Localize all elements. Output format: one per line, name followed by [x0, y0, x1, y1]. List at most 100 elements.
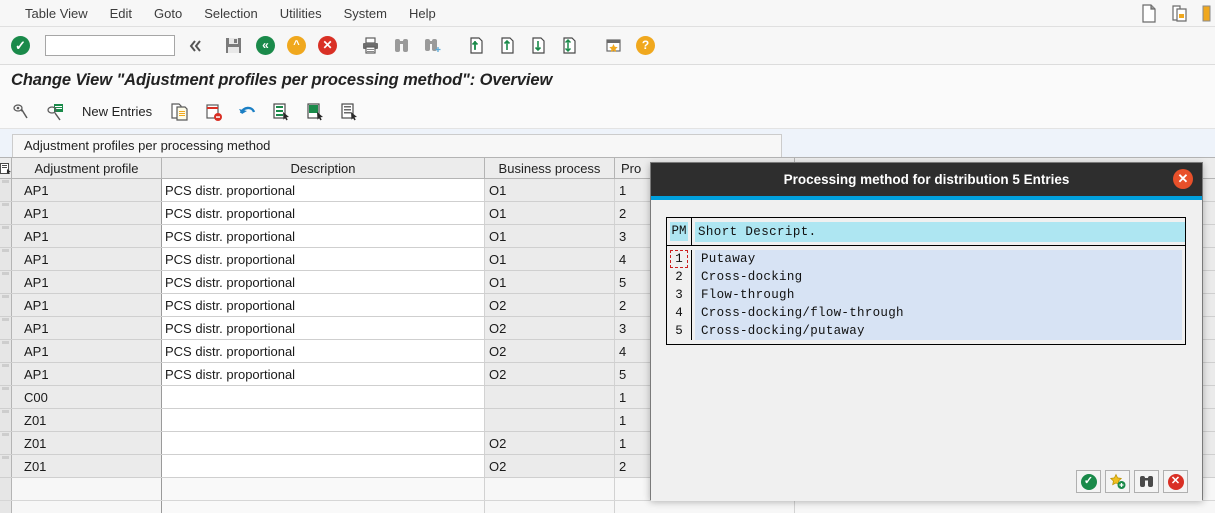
menu-table-view[interactable]: Table View: [14, 2, 99, 25]
row-selector[interactable]: [0, 363, 12, 385]
cell-description[interactable]: PCS distr. proportional: [162, 202, 485, 224]
delete-icon[interactable]: [202, 101, 224, 123]
list-item-pm[interactable]: 5: [667, 322, 692, 340]
list-item-pm[interactable]: 3: [667, 286, 692, 304]
row-selector[interactable]: [0, 202, 12, 224]
cell-business-process[interactable]: O2: [485, 340, 615, 362]
first-page-icon[interactable]: [467, 35, 489, 57]
menu-system[interactable]: System: [333, 2, 398, 25]
row-selector[interactable]: [0, 478, 12, 500]
cell-description[interactable]: [162, 478, 485, 500]
print-icon[interactable]: [361, 35, 383, 57]
list-item-pm[interactable]: 1: [667, 250, 692, 268]
list-item[interactable]: 1 Putaway: [667, 250, 1185, 268]
cancel-icon[interactable]: ✕: [317, 35, 339, 57]
back-icon[interactable]: «: [255, 35, 277, 57]
row-selector[interactable]: [0, 455, 12, 477]
column-header-profile[interactable]: Adjustment profile: [12, 158, 162, 178]
row-selector[interactable]: [0, 179, 12, 201]
back-chevrons-icon[interactable]: [188, 35, 202, 57]
confirm-button[interactable]: ✓: [1076, 470, 1101, 493]
menu-selection[interactable]: Selection: [193, 2, 268, 25]
column-header-description[interactable]: Description: [162, 158, 485, 178]
paste-icon[interactable]: [1171, 4, 1188, 23]
cell-business-process[interactable]: O2: [485, 317, 615, 339]
cell-profile[interactable]: C00: [12, 386, 162, 408]
find-icon[interactable]: [392, 35, 414, 57]
previous-page-icon[interactable]: [498, 35, 520, 57]
add-favorite-button[interactable]: [1105, 470, 1130, 493]
cell-business-process[interactable]: O1: [485, 271, 615, 293]
cell-description[interactable]: [162, 501, 485, 513]
list-item-description[interactable]: Cross-docking/putaway: [695, 322, 1182, 340]
list-header-pm[interactable]: PM: [667, 218, 692, 245]
cell-description[interactable]: [162, 386, 485, 408]
favorites-icon[interactable]: [604, 35, 626, 57]
list-item-description[interactable]: Cross-docking/flow-through: [695, 304, 1182, 322]
row-selector[interactable]: [0, 340, 12, 362]
list-item[interactable]: 4 Cross-docking/flow-through: [667, 304, 1185, 322]
cell-description[interactable]: PCS distr. proportional: [162, 225, 485, 247]
find-button[interactable]: [1134, 470, 1159, 493]
deselect-all-icon[interactable]: [338, 101, 360, 123]
cell-profile[interactable]: AP1: [12, 271, 162, 293]
next-page-icon[interactable]: [529, 35, 551, 57]
cell-business-process[interactable]: O2: [485, 455, 615, 477]
select-block-icon[interactable]: [304, 101, 326, 123]
check-entries-icon[interactable]: [44, 101, 66, 123]
cancel-button[interactable]: ✕: [1163, 470, 1188, 493]
cell-business-process[interactable]: [485, 386, 615, 408]
row-selector[interactable]: [0, 294, 12, 316]
row-selector[interactable]: [0, 225, 12, 247]
cell-description[interactable]: PCS distr. proportional: [162, 363, 485, 385]
document-icon[interactable]: [1140, 3, 1157, 23]
last-page-icon[interactable]: [560, 35, 582, 57]
cell-business-process[interactable]: O2: [485, 294, 615, 316]
cell-description[interactable]: PCS distr. proportional: [162, 294, 485, 316]
menu-goto[interactable]: Goto: [143, 2, 193, 25]
command-field[interactable]: [45, 35, 175, 56]
cell-profile[interactable]: AP1: [12, 294, 162, 316]
undo-icon[interactable]: [236, 101, 258, 123]
cell-business-process[interactable]: [485, 501, 615, 513]
enter-check-icon[interactable]: ✓: [10, 35, 32, 57]
list-item[interactable]: 2 Cross-docking: [667, 268, 1185, 286]
cell-profile[interactable]: AP1: [12, 363, 162, 385]
row-selector[interactable]: [0, 386, 12, 408]
exit-up-icon[interactable]: ^: [286, 35, 308, 57]
window-icon[interactable]: [1202, 4, 1211, 23]
column-header-business-process[interactable]: Business process: [485, 158, 615, 178]
cell-profile[interactable]: [12, 478, 162, 500]
list-item-pm[interactable]: 4: [667, 304, 692, 322]
cell-profile[interactable]: AP1: [12, 225, 162, 247]
row-selector[interactable]: [0, 409, 12, 431]
close-icon[interactable]: ✕: [1173, 169, 1193, 189]
cell-profile[interactable]: AP1: [12, 202, 162, 224]
cell-processing-method[interactable]: [615, 501, 795, 513]
cell-description[interactable]: PCS distr. proportional: [162, 248, 485, 270]
cell-business-process[interactable]: O1: [485, 248, 615, 270]
list-item-description[interactable]: Putaway: [695, 250, 1182, 268]
cell-business-process[interactable]: O1: [485, 179, 615, 201]
list-item-pm[interactable]: 2: [667, 268, 692, 286]
row-selector[interactable]: [0, 248, 12, 270]
display-change-icon[interactable]: [10, 101, 32, 123]
list-item-description[interactable]: Flow-through: [695, 286, 1182, 304]
cell-description[interactable]: PCS distr. proportional: [162, 317, 485, 339]
row-selector[interactable]: [0, 501, 12, 513]
cell-profile[interactable]: [12, 501, 162, 513]
save-icon[interactable]: [224, 35, 246, 57]
menu-edit[interactable]: Edit: [99, 2, 143, 25]
help-icon[interactable]: ?: [635, 35, 657, 57]
cell-business-process[interactable]: O1: [485, 225, 615, 247]
new-entries-button[interactable]: New Entries: [78, 104, 156, 119]
cell-description[interactable]: [162, 432, 485, 454]
cell-business-process[interactable]: O2: [485, 363, 615, 385]
menu-utilities[interactable]: Utilities: [269, 2, 333, 25]
cell-business-process[interactable]: O1: [485, 202, 615, 224]
row-selector[interactable]: [0, 432, 12, 454]
cell-business-process[interactable]: [485, 478, 615, 500]
cell-profile[interactable]: AP1: [12, 317, 162, 339]
list-item[interactable]: 3 Flow-through: [667, 286, 1185, 304]
cell-description[interactable]: [162, 455, 485, 477]
